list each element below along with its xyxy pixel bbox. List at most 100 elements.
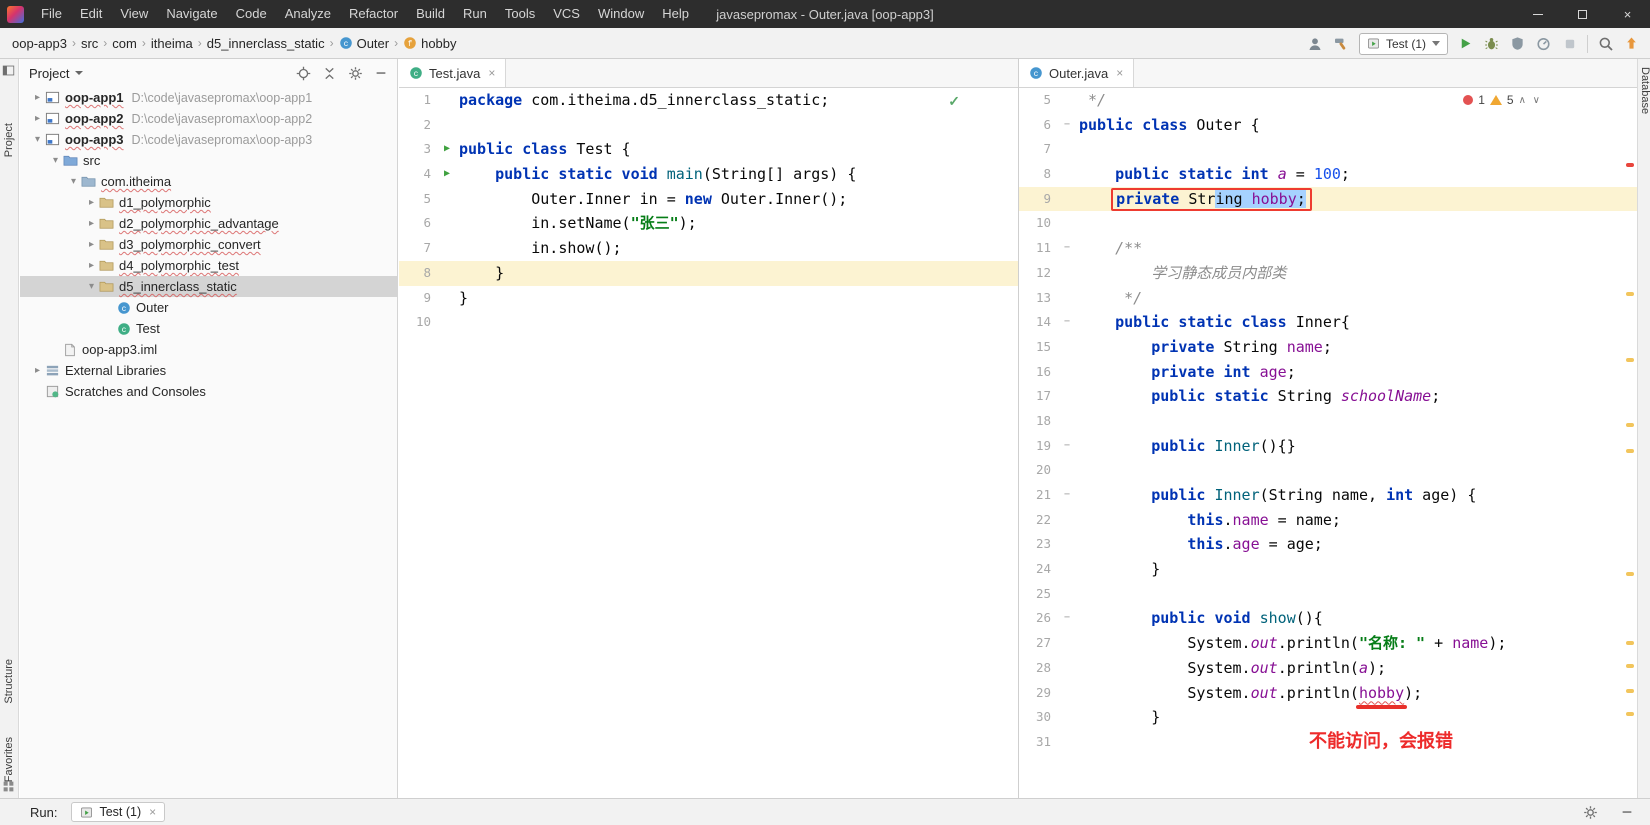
chevron-right-icon[interactable]: ▸: [30, 92, 45, 103]
close-icon[interactable]: ×: [149, 805, 156, 819]
chevron-right-icon[interactable]: ▸: [84, 197, 99, 208]
locate-file-icon[interactable]: [296, 66, 311, 81]
menu-run[interactable]: Run: [454, 0, 496, 28]
breadcrumb-item-itheima[interactable]: itheima: [151, 36, 193, 51]
fold-icon[interactable]: −: [1055, 113, 1079, 138]
menu-vcs[interactable]: VCS: [544, 0, 589, 28]
run-button[interactable]: [1457, 35, 1474, 52]
tab-outer-java[interactable]: c Outer.java ×: [1019, 59, 1135, 87]
menu-navigate[interactable]: Navigate: [157, 0, 226, 28]
tab-test-java[interactable]: c Test.java ×: [399, 59, 507, 87]
inspection-status-right[interactable]: 1 5 ∧ ∨: [1463, 93, 1542, 107]
minimize-button[interactable]: [1515, 0, 1560, 28]
tree-item-Outer[interactable]: c Outer: [20, 297, 397, 318]
chevron-right-icon[interactable]: ▸: [30, 113, 45, 124]
tree-item-oop-app3.iml[interactable]: oop-app3.iml: [20, 339, 397, 360]
stripe-mark[interactable]: [1626, 689, 1634, 693]
stripe-mark[interactable]: [1626, 163, 1634, 167]
hide-panel-icon[interactable]: [374, 66, 388, 80]
code-token: public void: [1151, 609, 1251, 628]
coverage-button[interactable]: [1509, 35, 1526, 52]
close-button[interactable]: ×: [1605, 0, 1650, 28]
run-config-select[interactable]: Test (1): [1358, 32, 1448, 55]
settings-gear-icon[interactable]: [348, 66, 363, 81]
collapse-all-icon[interactable]: [322, 66, 337, 81]
breadcrumb-item-hobby[interactable]: f hobby: [403, 36, 457, 51]
run-gutter-icon[interactable]: ▶: [435, 137, 459, 162]
hide-bar-icon[interactable]: [1620, 805, 1634, 819]
menu-refactor[interactable]: Refactor: [340, 0, 407, 28]
debug-button[interactable]: [1483, 35, 1500, 52]
tool-window-switcher-icon[interactable]: [2, 780, 15, 793]
prev-next-highlight-icons[interactable]: ∧ ∨: [1519, 95, 1542, 106]
search-icon[interactable]: [1597, 35, 1614, 52]
user-icon[interactable]: [1307, 35, 1324, 52]
fold-icon[interactable]: −: [1055, 434, 1079, 459]
menu-edit[interactable]: Edit: [71, 0, 111, 28]
project-panel-title[interactable]: Project: [29, 66, 69, 81]
stripe-favorites-button[interactable]: Favorites: [3, 737, 15, 782]
tree-item-d5_innerclass_static[interactable]: ▾ d5_innerclass_static: [20, 276, 397, 297]
tree-item-d1_polymorphic[interactable]: ▸ d1_polymorphic: [20, 192, 397, 213]
editor-test-java[interactable]: 1 package com.itheima.d5_innerclass_stati…: [399, 88, 1018, 798]
chevron-right-icon[interactable]: ▸: [84, 218, 99, 229]
tree-item-External Libraries[interactable]: ▸ External Libraries: [20, 360, 397, 381]
stripe-database-button[interactable]: Database: [1639, 67, 1650, 114]
menu-analyze[interactable]: Analyze: [276, 0, 340, 28]
update-project-icon[interactable]: [1623, 35, 1640, 52]
tree-item-d4_polymorphic_test[interactable]: ▸ d4_polymorphic_test: [20, 255, 397, 276]
stripe-mark[interactable]: [1626, 449, 1634, 453]
maximize-button[interactable]: [1560, 0, 1605, 28]
stripe-mark[interactable]: [1626, 292, 1634, 296]
tree-item-d3_polymorphic_convert[interactable]: ▸ d3_polymorphic_convert: [20, 234, 397, 255]
tree-item-d2_polymorphic_advantage[interactable]: ▸ d2_polymorphic_advantage: [20, 213, 397, 234]
chevron-down-icon[interactable]: ▾: [30, 134, 45, 145]
stripe-mark[interactable]: [1626, 712, 1634, 716]
stripe-mark[interactable]: [1626, 641, 1634, 645]
tree-item-oop-app3[interactable]: ▾ oop-app3 D:\code\javasepromax\oop-app3: [20, 129, 397, 150]
editor-outer-java[interactable]: 5 */6− public class Outer {7 8 public stat…: [1019, 88, 1637, 798]
close-icon[interactable]: ×: [1116, 66, 1123, 80]
chevron-down-icon[interactable]: ▾: [48, 155, 63, 166]
tree-item-Test[interactable]: c Test: [20, 318, 397, 339]
run-gutter-icon[interactable]: ▶: [435, 162, 459, 187]
fold-icon[interactable]: −: [1055, 606, 1079, 631]
breadcrumb-item-com[interactable]: com: [112, 36, 137, 51]
breadcrumb-item-d5_innerclass_static[interactable]: d5_innerclass_static: [207, 36, 325, 51]
error-stripe[interactable]: [1626, 88, 1635, 798]
tree-item-oop-app2[interactable]: ▸ oop-app2 D:\code\javasepromax\oop-app2: [20, 108, 397, 129]
chevron-down-icon[interactable]: ▾: [84, 281, 99, 292]
fold-icon[interactable]: −: [1055, 310, 1079, 335]
menu-file[interactable]: File: [32, 0, 71, 28]
breadcrumb-item-src[interactable]: src: [81, 36, 98, 51]
breadcrumb-item-oop-app3[interactable]: oop-app3: [12, 36, 67, 51]
stripe-mark[interactable]: [1626, 358, 1634, 362]
menu-help[interactable]: Help: [653, 0, 698, 28]
stripe-mark[interactable]: [1626, 664, 1634, 668]
run-tab-test[interactable]: Test (1) ×: [71, 802, 166, 822]
close-icon[interactable]: ×: [488, 66, 495, 80]
tree-item-oop-app1[interactable]: ▸ oop-app1 D:\code\javasepromax\oop-app1: [20, 87, 397, 108]
chevron-right-icon[interactable]: ▸: [30, 365, 45, 376]
stripe-project-button[interactable]: Project: [3, 123, 15, 157]
stripe-mark[interactable]: [1626, 572, 1634, 576]
settings-gear-icon[interactable]: [1583, 805, 1598, 820]
stripe-mark[interactable]: [1626, 423, 1634, 427]
breadcrumb-item-Outer[interactable]: c Outer: [339, 36, 389, 51]
chevron-right-icon[interactable]: ▸: [84, 239, 99, 250]
stripe-structure-button[interactable]: Structure: [3, 659, 15, 704]
fold-icon[interactable]: −: [1055, 236, 1079, 261]
tree-item-com.itheima[interactable]: ▾ com.itheima: [20, 171, 397, 192]
chevron-right-icon[interactable]: ▸: [84, 260, 99, 271]
build-hammer-icon[interactable]: [1333, 35, 1350, 52]
menu-view[interactable]: View: [111, 0, 157, 28]
menu-build[interactable]: Build: [407, 0, 454, 28]
menu-code[interactable]: Code: [227, 0, 276, 28]
tree-item-src[interactable]: ▾ src: [20, 150, 397, 171]
fold-icon[interactable]: −: [1055, 483, 1079, 508]
tree-item-Scratches and Consoles[interactable]: Scratches and Consoles: [20, 381, 397, 402]
menu-tools[interactable]: Tools: [496, 0, 544, 28]
profiler-button[interactable]: [1535, 35, 1552, 52]
chevron-down-icon[interactable]: ▾: [66, 176, 81, 187]
menu-window[interactable]: Window: [589, 0, 653, 28]
